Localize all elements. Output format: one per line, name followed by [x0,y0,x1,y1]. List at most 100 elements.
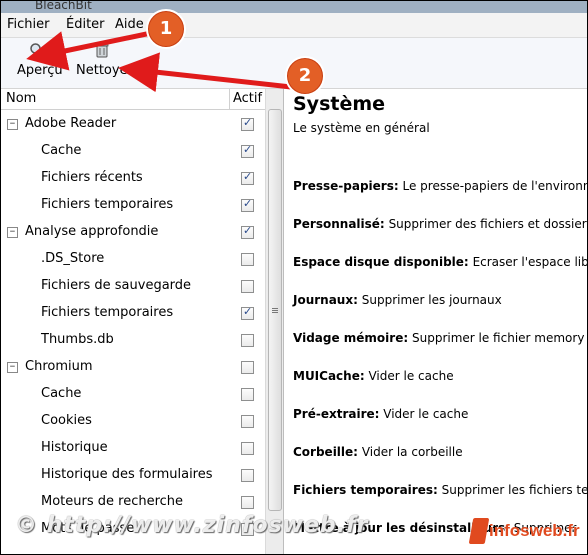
preview-button[interactable]: Aperçu [13,38,63,88]
column-divider[interactable] [229,89,230,109]
active-checkbox[interactable] [241,496,254,509]
active-checkbox[interactable]: ✓ [241,224,254,239]
tree-row[interactable]: Fichiers temporaires ✓ [1,192,265,219]
active-checkbox[interactable]: ✓ [241,170,254,185]
menu-editer[interactable]: Éditer [66,17,105,32]
tree-row[interactable]: Cache ✓ [1,138,265,165]
checkmark-icon: ✓ [243,143,253,156]
collapse-icon[interactable]: − [7,227,18,238]
site-logo: infosweb.fr [468,516,583,548]
detail-entry: MUICache: Vider le cache [293,369,454,383]
detail-entry-name: Personnalisé: [293,217,385,231]
window-title: BleachBit [35,0,92,12]
callout-badge-1: 1 [146,9,186,49]
watermark-text: © http://www.zinfosweb.fr [15,513,369,538]
checkmark-icon: ✓ [243,305,253,318]
tree-row-label: Analyse approfondie [25,224,159,239]
active-checkbox[interactable] [241,361,254,374]
detail-entry-name: Pré-extraire: [293,407,380,421]
scroll-thumb[interactable] [268,109,282,511]
detail-entry: Espace disque disponible: Ecraser l'espa… [293,255,588,269]
detail-entry-name: Journaux: [293,293,358,307]
checkmark-icon: ✓ [243,197,253,210]
detail-pane: Système Le système en général Presse-pap… [284,89,588,554]
detail-entry-desc: Le presse-papiers de l'environnement [402,179,587,193]
tree-row-label: Adobe Reader [25,116,117,131]
menu-aide[interactable]: Aide [115,17,144,32]
tree-group-row[interactable]: − Chromium [1,354,265,381]
detail-entry-desc: Ecraser l'espace libre [472,255,588,269]
tree-row[interactable]: Moteurs de recherche [1,489,265,516]
tree-row-label: Cache [41,386,82,401]
active-checkbox[interactable] [241,442,254,455]
tree-scrollbar[interactable] [265,89,283,554]
active-checkbox[interactable] [241,415,254,428]
tree-row[interactable]: Cache [1,381,265,408]
detail-entry-desc: Supprimer des fichiers et dossiers [388,217,588,231]
tree-header: Nom Actif [1,89,265,110]
active-checkbox[interactable] [241,253,254,266]
tree-group-row[interactable]: − Adobe Reader ✓ [1,111,265,138]
active-checkbox[interactable]: ✓ [241,305,254,320]
checkmark-icon: ✓ [243,116,253,129]
detail-entry-desc: Vider le cache [368,369,454,383]
menu-bar: Fichier Éditer Aide [1,13,587,38]
trash-icon [95,43,109,58]
tree-row[interactable]: Fichiers de sauvegarde [1,273,265,300]
checkmark-icon: ✓ [243,224,253,237]
grip-icon [272,308,278,309]
detail-entry-name: Espace disque disponible: [293,255,469,269]
column-header-active[interactable]: Actif [233,91,262,106]
detail-entry-name: MUICache: [293,369,365,383]
detail-entry-desc: Supprimer les fichiers temporaires [441,483,588,497]
active-checkbox[interactable] [241,280,254,293]
menu-fichier[interactable]: Fichier [7,17,50,32]
detail-entry-desc: Vider la corbeille [361,445,463,459]
callout-badge-2: 2 [285,56,325,96]
tree-row-label: Cookies [41,413,92,428]
active-checkbox[interactable] [241,469,254,482]
tree-row[interactable]: Thumbs.db [1,327,265,354]
column-header-name[interactable]: Nom [6,91,36,106]
collapse-icon[interactable]: − [7,362,18,373]
detail-title: Système [293,93,386,115]
active-checkbox[interactable]: ✓ [241,197,254,212]
clean-button[interactable]: Nettoyer [73,38,135,88]
active-checkbox[interactable] [241,388,254,401]
detail-entry-name: Corbeille: [293,445,358,459]
tree-row[interactable]: Historique des formulaires [1,462,265,489]
magnifier-icon [30,43,45,58]
tree-row[interactable]: Fichiers temporaires ✓ [1,300,265,327]
detail-subtitle: Le système en général [293,121,430,135]
detail-entry-name: Fichiers temporaires: [293,483,438,497]
tree-row-label: Fichiers temporaires [41,197,174,212]
logo-text: infosweb.fr [489,521,580,540]
tree-row-label: Thumbs.db [41,332,114,347]
active-checkbox[interactable] [241,334,254,347]
detail-entry-desc: Supprimer les journaux [361,293,502,307]
tree-row[interactable]: .DS_Store [1,246,265,273]
detail-entry: Journaux: Supprimer les journaux [293,293,502,307]
collapse-icon[interactable]: − [7,119,18,130]
active-checkbox[interactable]: ✓ [241,116,254,131]
detail-entry: Personnalisé: Supprimer des fichiers et … [293,217,588,231]
tree-row[interactable]: Historique [1,435,265,462]
logo-mark-icon [468,518,490,544]
tree-row[interactable]: Cookies [1,408,265,435]
tree-row-label: Chromium [25,359,93,374]
tree-row-label: Fichiers temporaires [41,305,174,320]
preview-label: Aperçu [17,63,63,78]
active-checkbox[interactable]: ✓ [241,143,254,158]
tree-row-label: Moteurs de recherche [41,494,184,509]
cleaner-tree: Nom Actif − Adobe Reader ✓ Cache ✓ Fichiers r… [1,89,284,554]
detail-entry-desc: Supprimer le fichier memory [411,331,585,345]
tree-row-label: Historique des formulaires [41,467,213,482]
detail-entry: Vidage mémoire: Supprimer le fichier mem… [293,331,584,345]
tree-group-row[interactable]: − Analyse approfondie ✓ [1,219,265,246]
tree-row-label: Cache [41,143,82,158]
detail-entry-name: Presse-papiers: [293,179,399,193]
detail-entry: Presse-papiers: Le presse-papiers de l'e… [293,179,587,193]
tree-row-label: Fichiers récents [41,170,143,185]
detail-entry: Corbeille: Vider la corbeille [293,445,463,459]
tree-row[interactable]: Fichiers récents ✓ [1,165,265,192]
